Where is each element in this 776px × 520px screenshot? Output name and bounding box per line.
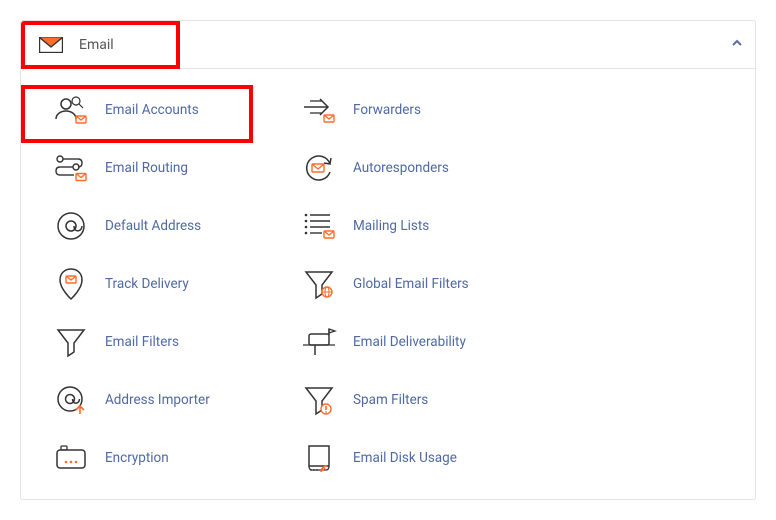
panel-title: Email [79, 37, 114, 53]
item-forwarders[interactable]: Forwarders [273, 81, 517, 139]
item-email-accounts[interactable]: Email Accounts [25, 81, 269, 139]
spam-filters-icon [299, 380, 339, 420]
email-panel: Email Email Accounts [20, 20, 756, 500]
item-default-address[interactable]: Default Address [25, 197, 269, 255]
deliverability-icon [299, 322, 339, 362]
item-label: Global Email Filters [353, 276, 469, 292]
item-label: Autoresponders [353, 160, 449, 176]
item-label: Spam Filters [353, 392, 428, 408]
item-address-importer[interactable]: Address Importer [25, 371, 269, 429]
item-label: Email Disk Usage [353, 450, 457, 466]
email-accounts-icon [51, 90, 91, 130]
global-filters-icon [299, 264, 339, 304]
item-encryption[interactable]: Encryption [25, 429, 269, 487]
item-email-deliverability[interactable]: Email Deliverability [273, 313, 517, 371]
item-label: Email Deliverability [353, 334, 466, 350]
item-global-email-filters[interactable]: Global Email Filters [273, 255, 517, 313]
item-mailing-lists[interactable]: Mailing Lists [273, 197, 517, 255]
mailing-lists-icon [299, 206, 339, 246]
forwarders-icon [299, 90, 339, 130]
item-label: Forwarders [353, 102, 421, 118]
autoresponders-icon [299, 148, 339, 188]
at-icon [51, 206, 91, 246]
item-email-filters[interactable]: Email Filters [25, 313, 269, 371]
disk-usage-icon [299, 438, 339, 478]
panel-header[interactable]: Email [21, 21, 755, 69]
item-email-disk-usage[interactable]: Email Disk Usage [273, 429, 517, 487]
filters-icon [51, 322, 91, 362]
item-label: Encryption [105, 450, 169, 466]
encryption-icon [51, 438, 91, 478]
item-label: Email Accounts [105, 102, 199, 118]
item-label: Email Routing [105, 160, 188, 176]
routing-icon [51, 148, 91, 188]
item-spam-filters[interactable]: Spam Filters [273, 371, 517, 429]
envelope-icon [37, 35, 65, 55]
item-label: Track Delivery [105, 276, 189, 292]
item-autoresponders[interactable]: Autoresponders [273, 139, 517, 197]
address-importer-icon [51, 380, 91, 420]
track-delivery-icon [51, 264, 91, 304]
panel-body: Email Accounts Forwarders [21, 69, 755, 499]
item-track-delivery[interactable]: Track Delivery [25, 255, 269, 313]
item-label: Address Importer [105, 392, 210, 408]
item-label: Email Filters [105, 334, 179, 350]
item-email-routing[interactable]: Email Routing [25, 139, 269, 197]
item-label: Mailing Lists [353, 218, 429, 234]
collapse-caret-icon[interactable] [731, 37, 743, 49]
item-label: Default Address [105, 218, 201, 234]
